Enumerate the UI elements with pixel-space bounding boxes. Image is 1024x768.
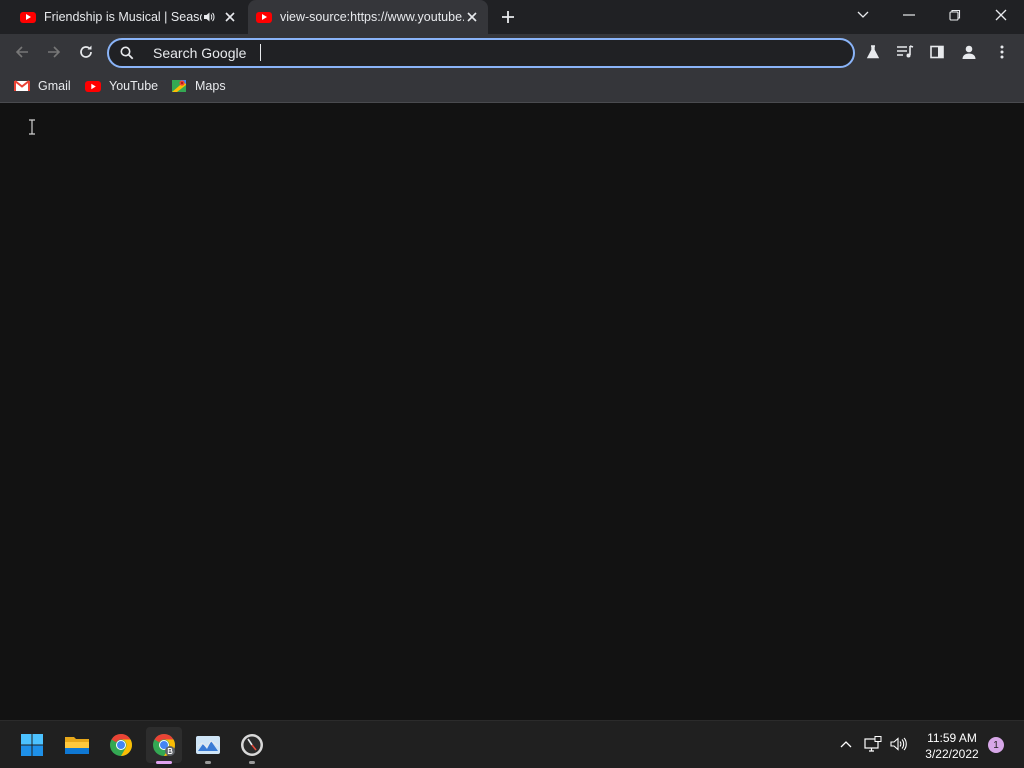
bookmark-label: Gmail bbox=[38, 79, 71, 93]
close-tab-icon[interactable] bbox=[222, 9, 238, 25]
active-app-indicator bbox=[156, 761, 172, 764]
clock-date: 3/22/2022 bbox=[925, 747, 979, 761]
tab-title: view-source:https://www.youtube.com bbox=[280, 10, 464, 24]
menu-button[interactable] bbox=[989, 39, 1015, 65]
show-hidden-icons-button[interactable] bbox=[835, 733, 857, 755]
tab-friendship-is-musical[interactable]: Friendship is Musical | Season bbox=[12, 0, 246, 34]
network-button[interactable] bbox=[862, 733, 884, 755]
close-window-button[interactable] bbox=[978, 0, 1024, 30]
reload-button[interactable] bbox=[73, 39, 99, 65]
tab-search-button[interactable] bbox=[840, 0, 886, 30]
gmail-icon bbox=[14, 80, 30, 91]
bookmark-label: YouTube bbox=[109, 79, 159, 93]
forward-icon bbox=[48, 46, 61, 58]
volume-button[interactable] bbox=[887, 733, 909, 755]
profile-button[interactable] bbox=[956, 39, 982, 65]
clock-app-button[interactable] bbox=[234, 727, 270, 764]
photos-app-icon bbox=[196, 736, 220, 754]
chevron-down-icon bbox=[857, 11, 869, 18]
new-tab-button[interactable] bbox=[498, 7, 518, 27]
close-tab-icon[interactable] bbox=[464, 9, 480, 25]
close-icon bbox=[995, 9, 1007, 21]
side-panel-button[interactable] bbox=[924, 39, 950, 65]
taskbar: 11:59 AM 3/22/2022 1 bbox=[0, 720, 1024, 768]
youtube-icon bbox=[256, 11, 272, 23]
side-panel-icon bbox=[930, 45, 944, 59]
chrome-button[interactable] bbox=[103, 727, 139, 763]
toolbar: Search Google bbox=[0, 34, 1024, 70]
maps-icon bbox=[172, 80, 186, 92]
file-explorer-icon bbox=[65, 737, 89, 754]
running-app-indicator bbox=[249, 761, 255, 764]
chrome-profile-icon bbox=[153, 734, 175, 756]
start-button[interactable] bbox=[14, 727, 50, 763]
back-button[interactable] bbox=[9, 39, 35, 65]
bookmark-youtube[interactable]: YouTube bbox=[85, 76, 158, 96]
restore-icon bbox=[949, 9, 961, 21]
notification-badge[interactable]: 1 bbox=[988, 737, 1004, 753]
taskbar-clock[interactable]: 11:59 AM 3/22/2022 bbox=[914, 730, 990, 762]
labs-button[interactable] bbox=[860, 39, 886, 65]
clock-time: 11:59 AM bbox=[927, 731, 977, 745]
menu-icon bbox=[1000, 45, 1004, 59]
text-cursor-icon bbox=[29, 119, 35, 135]
bookmark-maps[interactable]: Maps bbox=[171, 76, 226, 96]
restore-button[interactable] bbox=[932, 0, 978, 30]
youtube-icon bbox=[85, 81, 101, 92]
bookmarks-bar: Gmail YouTube Maps bbox=[0, 70, 1024, 103]
youtube-icon bbox=[20, 11, 36, 23]
tab-strip: Friendship is Musical | Season view-sour… bbox=[0, 0, 1024, 34]
media-controls-icon bbox=[897, 45, 914, 58]
audio-playing-icon[interactable] bbox=[202, 10, 216, 24]
chrome-icon bbox=[110, 734, 132, 756]
text-caret bbox=[260, 44, 261, 61]
network-icon bbox=[864, 736, 882, 752]
reload-icon bbox=[80, 45, 92, 58]
volume-icon bbox=[890, 737, 907, 751]
plus-icon bbox=[502, 11, 514, 23]
file-explorer-button[interactable] bbox=[59, 727, 95, 763]
clock-app-icon bbox=[241, 734, 263, 756]
tab-title: Friendship is Musical | Season bbox=[44, 10, 202, 24]
page-content[interactable] bbox=[0, 103, 1024, 720]
bookmark-label: Maps bbox=[195, 79, 226, 93]
minimize-icon bbox=[903, 14, 915, 16]
profile-icon bbox=[962, 45, 976, 59]
tab-view-source[interactable]: view-source:https://www.youtube.com bbox=[248, 0, 488, 34]
photos-app-button[interactable] bbox=[190, 727, 226, 764]
omnibox-placeholder: Search Google bbox=[153, 45, 247, 61]
minimize-button[interactable] bbox=[886, 0, 932, 30]
omnibox-input[interactable] bbox=[269, 43, 833, 65]
media-controls-button[interactable] bbox=[892, 39, 918, 65]
omnibox[interactable]: Search Google bbox=[107, 38, 855, 68]
running-app-indicator bbox=[205, 761, 211, 764]
labs-icon bbox=[866, 45, 880, 59]
search-icon bbox=[120, 46, 134, 60]
chrome-profile-button[interactable] bbox=[146, 727, 182, 764]
chevron-up-icon bbox=[840, 741, 852, 748]
forward-button[interactable] bbox=[41, 39, 67, 65]
start-icon bbox=[21, 734, 43, 756]
back-icon bbox=[15, 46, 28, 58]
bookmark-gmail[interactable]: Gmail bbox=[14, 76, 71, 96]
